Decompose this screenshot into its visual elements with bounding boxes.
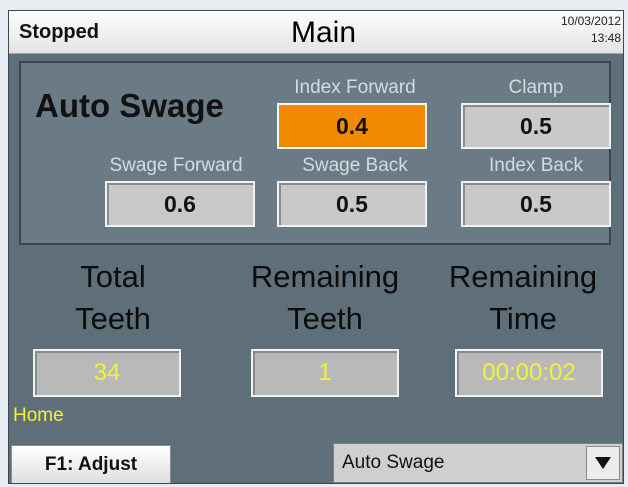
swage-forward-label: Swage Forward — [109, 155, 243, 176]
remaining-teeth-label-line1: Remaining — [250, 259, 400, 294]
remaining-teeth-value: 1 — [251, 349, 399, 397]
top-bar: Stopped Main 10/03/2012 13:48 — [9, 11, 623, 54]
auto-swage-title: Auto Swage — [35, 87, 224, 124]
mode-select-value: Auto Swage — [342, 452, 445, 473]
clamp-field[interactable]: 0.5 — [461, 103, 611, 149]
total-teeth-label-line2: Teeth — [75, 301, 151, 336]
auto-swage-panel: Auto Swage Index Forward 0.4 Clamp 0.5 S… — [19, 61, 611, 245]
index-forward-field[interactable]: 0.4 — [277, 103, 427, 149]
remaining-time-value: 00:00:02 — [455, 349, 603, 397]
time-display: 13:48 — [590, 31, 621, 45]
remaining-time-label-line2: Time — [489, 301, 557, 336]
total-teeth-value: 34 — [33, 349, 181, 397]
index-back-field[interactable]: 0.5 — [461, 181, 611, 227]
remaining-time-label-line1: Remaining — [448, 259, 598, 294]
date-display: 10/03/2012 — [560, 14, 621, 28]
swage-back-label: Swage Back — [302, 155, 408, 176]
clamp-label: Clamp — [508, 77, 564, 98]
swage-forward-field[interactable]: 0.6 — [105, 181, 255, 227]
total-teeth-label-line1: Total — [80, 259, 146, 294]
mode-select[interactable]: Auto Swage — [333, 443, 623, 483]
page-title: Main — [291, 16, 357, 49]
index-back-label: Index Back — [489, 155, 583, 176]
index-forward-label: Index Forward — [294, 77, 416, 98]
hmi-screen: Stopped Main 10/03/2012 13:48 Auto Swage… — [8, 10, 624, 484]
f1-adjust-button[interactable]: F1: Adjust — [11, 445, 171, 483]
machine-status: Stopped — [19, 21, 99, 43]
home-link[interactable]: Home — [13, 405, 64, 427]
triangle-down-icon[interactable] — [586, 446, 620, 480]
remaining-teeth-label-line2: Teeth — [287, 301, 363, 336]
swage-back-field[interactable]: 0.5 — [277, 181, 427, 227]
